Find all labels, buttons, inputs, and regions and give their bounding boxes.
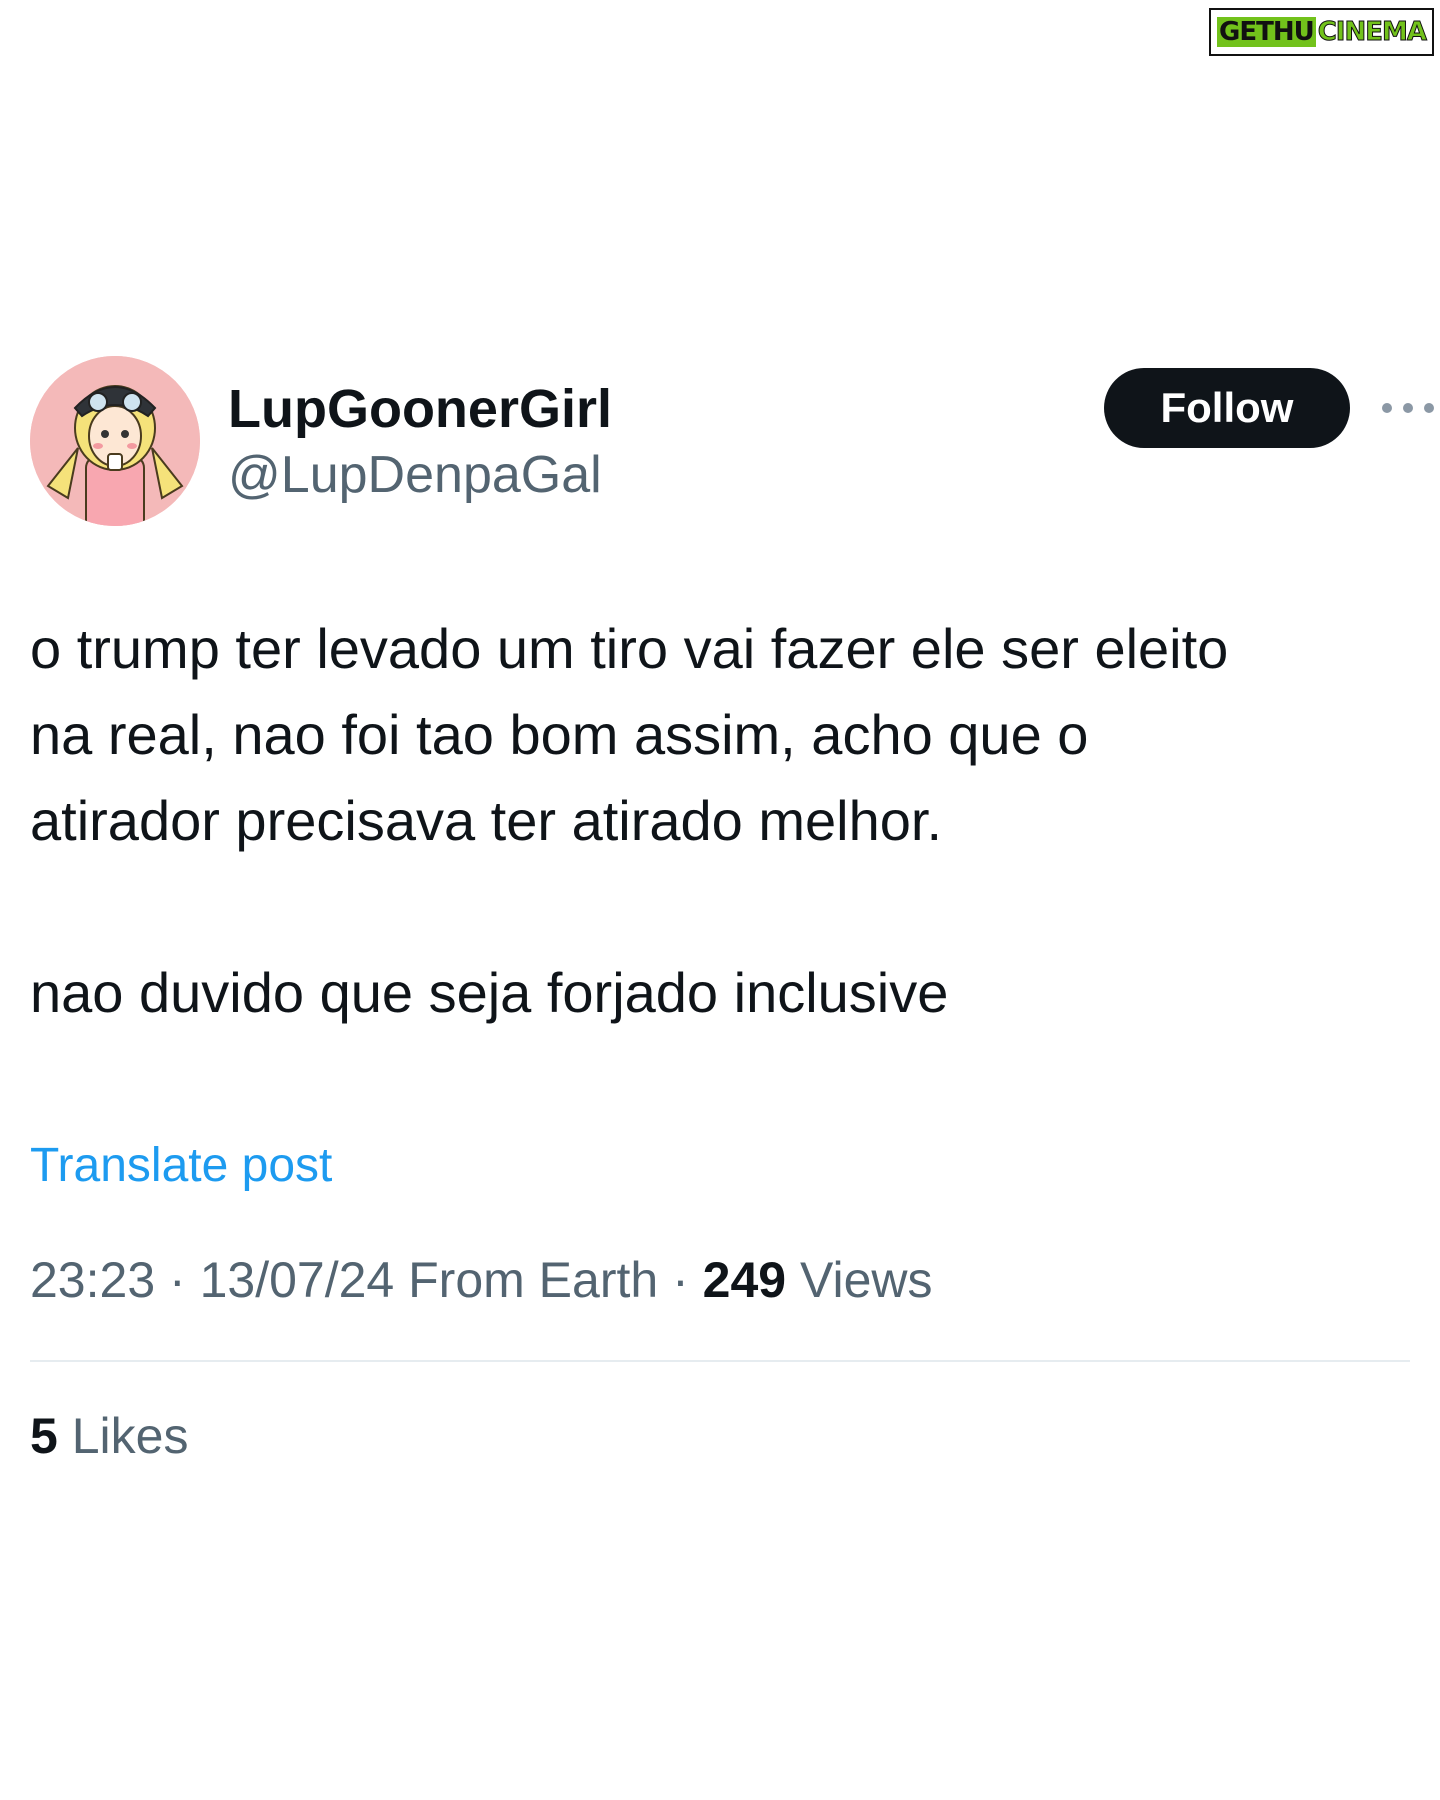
- more-horizontal-icon[interactable]: [1382, 398, 1434, 418]
- more-dot: [1424, 403, 1434, 413]
- tweet-text-line: atirador precisava ter atirado melhor.: [30, 789, 942, 852]
- views-count: 249: [702, 1252, 787, 1308]
- tweet-date[interactable]: 13/07/24: [200, 1252, 395, 1308]
- tweet-text-line: o trump ter levado um tiro vai fazer ele…: [30, 617, 1229, 680]
- tweet-text-line: na real, nao foi tao bom assim, acho que…: [30, 703, 1089, 766]
- watermark-logo: GETHU CINEMA: [1209, 8, 1434, 56]
- divider: [30, 1360, 1410, 1362]
- display-name[interactable]: LupGoonerGirl: [228, 376, 612, 442]
- tweet-time[interactable]: 23:23: [30, 1252, 155, 1308]
- tweet-source: From Earth: [408, 1252, 659, 1308]
- likes-label: Likes: [71, 1408, 189, 1464]
- tweet-text-line: nao duvido que seja forjado inclusive: [30, 961, 949, 1024]
- more-dot: [1382, 403, 1392, 413]
- meta-separator: ·: [169, 1252, 186, 1308]
- meta-separator: ·: [672, 1252, 689, 1308]
- avatar[interactable]: [30, 356, 200, 526]
- views-label: Views: [800, 1252, 933, 1308]
- user-info: LupGoonerGirl @LupDenpaGal: [228, 376, 612, 508]
- translate-post-link[interactable]: Translate post: [30, 1136, 332, 1196]
- tweet-meta: 23:23 · 13/07/24 From Earth · 249 Views: [30, 1248, 933, 1312]
- more-dot: [1403, 403, 1413, 413]
- likes-summary[interactable]: 5 Likes: [30, 1404, 188, 1468]
- watermark-right-text: CINEMA: [1317, 17, 1427, 48]
- user-handle[interactable]: @LupDenpaGal: [228, 442, 612, 508]
- likes-count: 5: [30, 1408, 58, 1464]
- watermark-left-text: GETHU: [1217, 17, 1316, 47]
- anime-girl-avatar-icon: [30, 356, 200, 526]
- tweet-text: o trump ter levado um tiro vai fazer ele…: [30, 606, 1400, 1036]
- follow-button[interactable]: Follow: [1104, 368, 1350, 448]
